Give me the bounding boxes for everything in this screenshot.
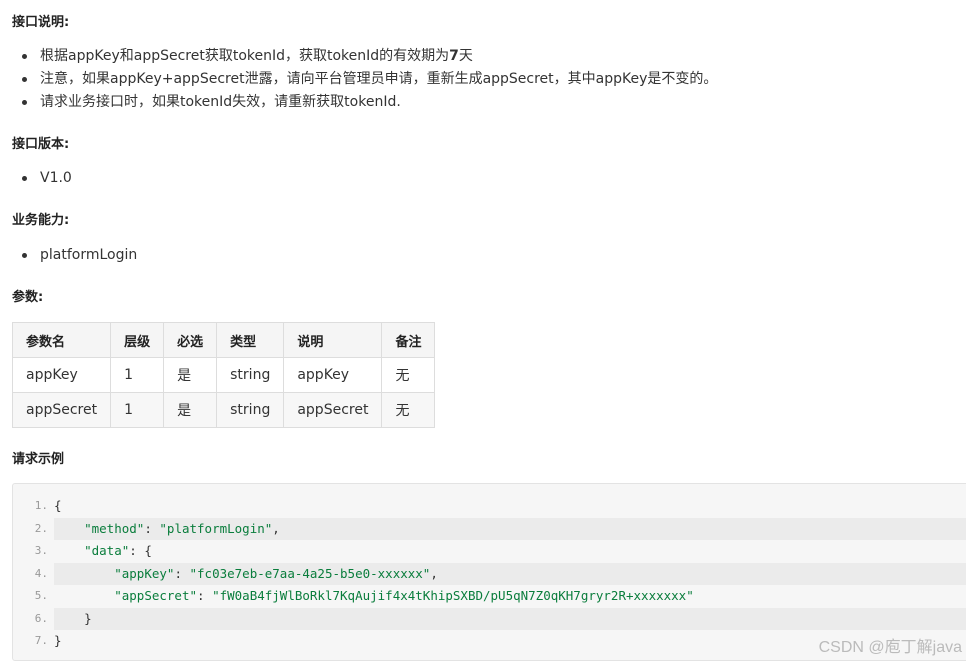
table-cell: 无 <box>381 392 436 428</box>
line-number: 7. <box>34 634 48 647</box>
capability-list: platformLogin <box>0 244 137 267</box>
table-cell: appKey <box>283 357 383 393</box>
code-text: "method": "platformLogin", <box>54 518 280 541</box>
code-punct: , <box>272 520 280 536</box>
code-line: 4. "appKey": "fc03e7eb-e7aa-4a25-b5e0-xx… <box>13 562 966 586</box>
code-line: 5. "appSecret": "fW0aB4fjWlBoRkl7KqAujif… <box>13 585 966 608</box>
desc-item-2: 注意，如果appKey+appSecret泄露，请向平台管理员申请，重新生成ap… <box>0 68 717 91</box>
desc-item-3: 请求业务接口时，如果tokenId失效，请重新获取tokenId. <box>0 91 717 114</box>
code-string: "fc03e7eb-e7aa-4a25-b5e0-xxxxxx" <box>189 565 431 581</box>
header-cell: 层级 <box>110 322 165 358</box>
code-text: "data": { <box>54 540 152 563</box>
line-number: 5. <box>34 589 48 602</box>
line-number: 6. <box>34 611 48 625</box>
table-cell: 是 <box>163 392 218 428</box>
code-punct: : <box>174 565 190 581</box>
header-cell: 备注 <box>381 322 436 358</box>
version-item: V1.0 <box>0 167 72 190</box>
code-text: "appSecret": "fW0aB4fjWlBoRkl7KqAujif4x4… <box>54 585 694 608</box>
code-line: 3. "data": { <box>13 540 966 563</box>
table-cell: appSecret <box>283 392 383 428</box>
table-cell: 无 <box>381 357 436 393</box>
table-cell: 1 <box>110 357 165 393</box>
code-line: 2. "method": "platformLogin", <box>13 517 966 541</box>
code-punct: } <box>54 633 62 648</box>
code-string: "platformLogin" <box>159 520 273 536</box>
code-key: "appKey" <box>114 565 175 581</box>
code-string: "fW0aB4fjWlBoRkl7KqAujif4x4tKhipSXBD/pU5… <box>212 588 694 603</box>
code-key: "method" <box>84 520 145 536</box>
version-list: V1.0 <box>0 167 72 190</box>
version-heading: 接口版本: <box>12 137 70 152</box>
code-key: "data" <box>84 543 130 558</box>
code-text: "appKey": "fc03e7eb-e7aa-4a25-b5e0-xxxxx… <box>54 563 438 586</box>
params-table: 参数名 层级 必选 类型 说明 备注 appKey 1 是 string app… <box>11 322 436 428</box>
code-punct: : { <box>129 543 152 558</box>
header-cell: 说明 <box>283 322 383 358</box>
code-punct: , <box>430 565 438 581</box>
params-heading: 参数: <box>12 290 44 305</box>
code-text: { <box>54 495 62 518</box>
code-text: } <box>54 608 92 631</box>
table-cell: appKey <box>11 357 112 393</box>
code-key: "appSecret" <box>114 588 198 603</box>
line-number: 4. <box>34 566 48 580</box>
code-punct: } <box>84 610 92 626</box>
table-row: appKey 1 是 string appKey 无 <box>11 357 436 393</box>
table-cell: 是 <box>163 357 218 393</box>
table-cell: string <box>216 357 285 393</box>
code-line: 1. { <box>13 495 966 518</box>
desc-heading: 接口说明: <box>12 15 70 30</box>
desc-item-1: 根据appKey和appSecret获取tokenId，获取tokenId的有效… <box>0 45 717 68</box>
table-row: appSecret 1 是 string appSecret 无 <box>11 392 436 428</box>
line-number: 2. <box>34 521 48 535</box>
code-text: } <box>54 630 62 653</box>
code-line: 6. } <box>13 607 966 631</box>
code-punct: { <box>54 498 62 513</box>
header-cell: 必选 <box>163 322 218 358</box>
line-number: 3. <box>34 544 48 557</box>
capability-item: platformLogin <box>0 244 137 267</box>
table-cell: appSecret <box>11 392 112 428</box>
example-heading: 请求示例 <box>12 452 65 467</box>
line-number: 1. <box>34 499 48 512</box>
code-punct: : <box>197 588 213 603</box>
header-cell: 类型 <box>216 322 285 358</box>
header-cell: 参数名 <box>11 322 112 358</box>
watermark: CSDN @庖丁解java <box>818 639 962 656</box>
table-cell: 1 <box>110 392 165 428</box>
table-cell: string <box>216 392 285 428</box>
desc-list: 根据appKey和appSecret获取tokenId，获取tokenId的有效… <box>0 45 717 114</box>
code-punct: : <box>144 520 160 536</box>
capability-heading: 业务能力: <box>12 213 70 228</box>
params-header-row: 参数名 层级 必选 类型 说明 备注 <box>11 322 436 358</box>
